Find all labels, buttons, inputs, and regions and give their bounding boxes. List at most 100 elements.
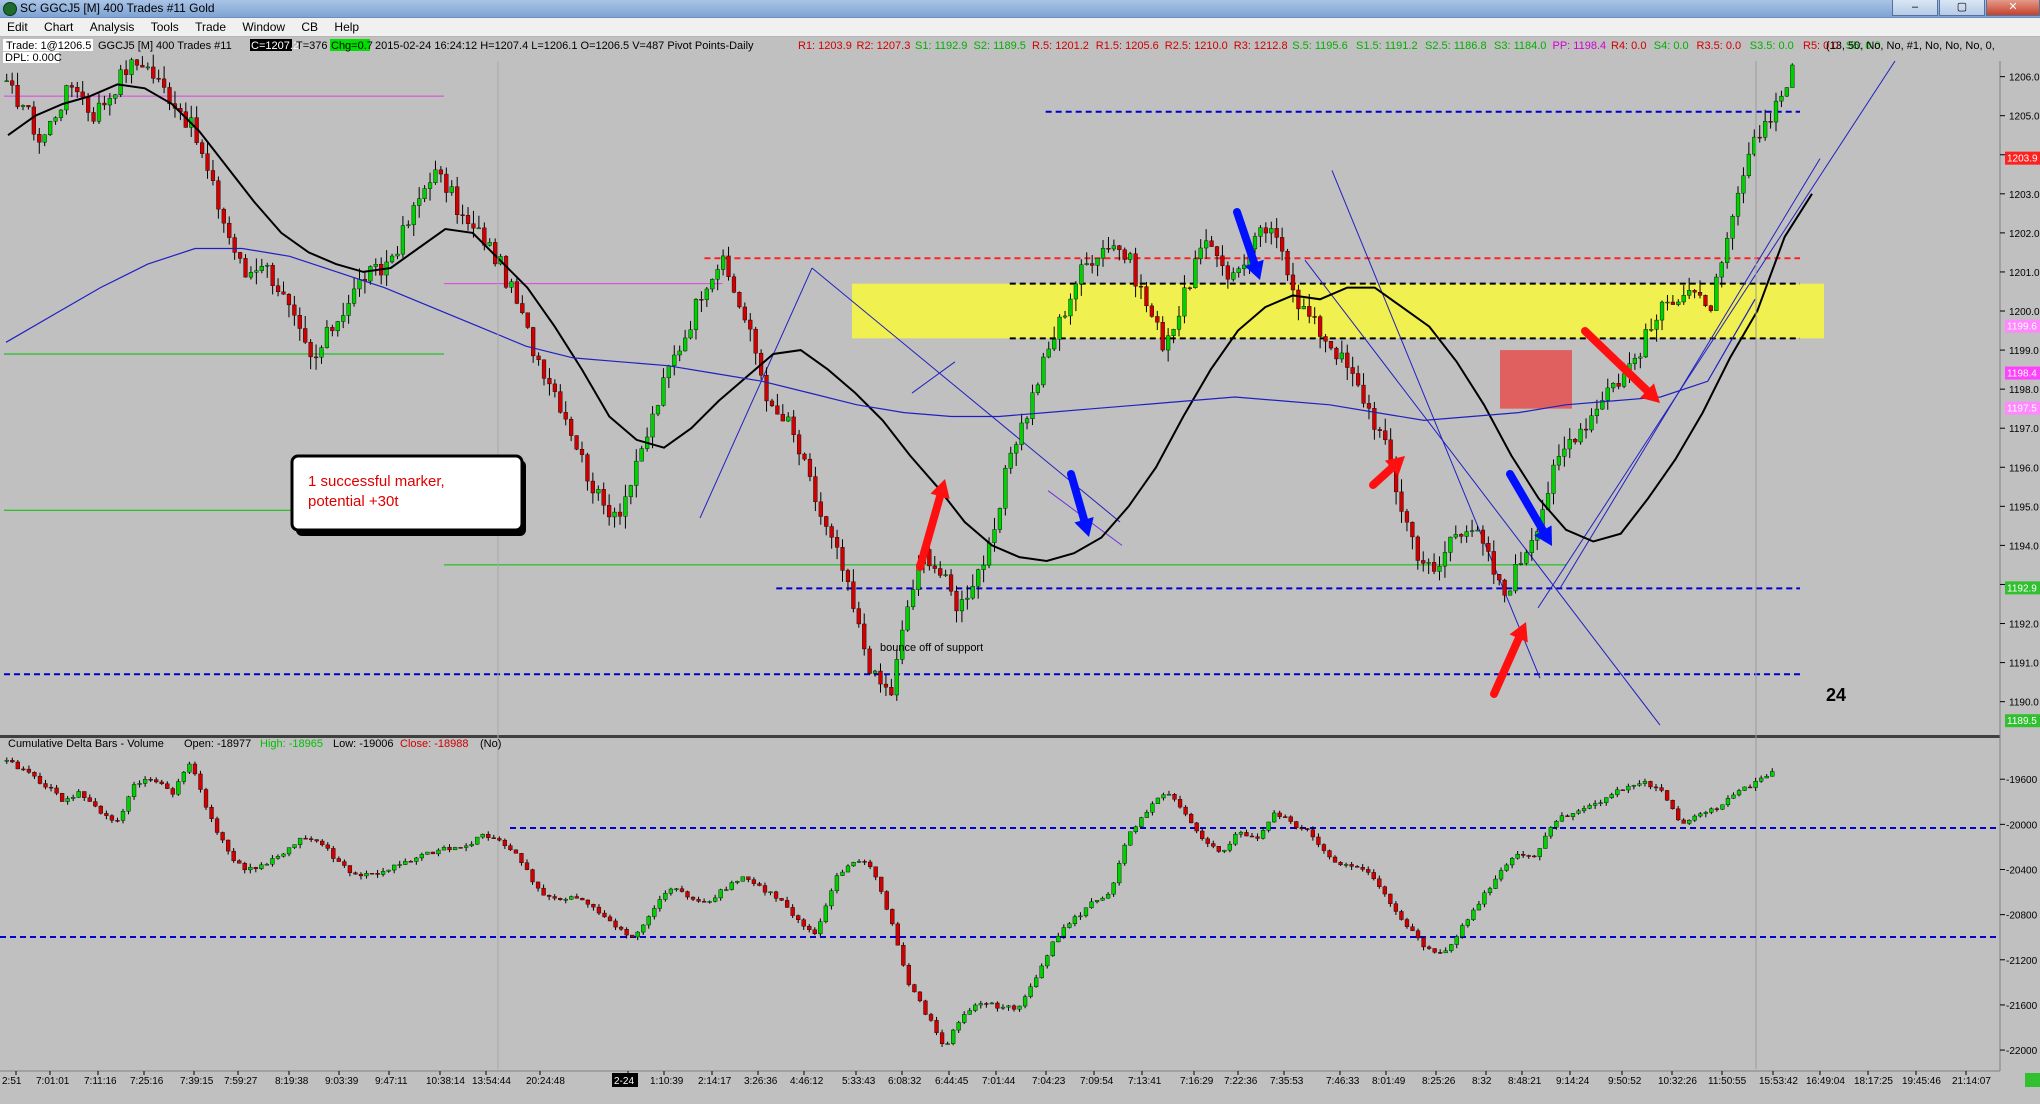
candle-body (1442, 552, 1448, 567)
menu-tools[interactable]: Tools (144, 18, 185, 34)
candle-body (840, 871, 845, 876)
candle-body (487, 242, 492, 246)
candle-body (932, 565, 937, 569)
candle-body (1482, 892, 1487, 905)
candle-body (1133, 253, 1138, 287)
menu-trade[interactable]: Trade (188, 18, 232, 34)
candle-body (1659, 301, 1665, 321)
candle-body (973, 1004, 978, 1011)
candle-body (1720, 804, 1725, 810)
candle-body (26, 768, 32, 773)
price-tick-label: 1194.0 (2009, 541, 2039, 552)
candle-body (508, 845, 513, 851)
menu-analysis[interactable]: Analysis (83, 18, 141, 34)
candle-body (1046, 348, 1051, 358)
candle-body (1249, 835, 1255, 838)
scroll-marker[interactable] (2025, 1073, 2040, 1087)
candle-body (1056, 935, 1061, 943)
candle-body (1448, 536, 1453, 553)
candle-body (151, 66, 156, 79)
candle-body (129, 59, 134, 75)
candle-body (1225, 265, 1230, 280)
pivot-level: R4: 0.0 (1611, 40, 1646, 52)
candle-body (1559, 815, 1565, 822)
close-button[interactable]: ✕ (1986, 0, 2040, 16)
info-ticks: T=376 (296, 40, 328, 52)
candle-body (1730, 216, 1735, 239)
candle-body (237, 860, 242, 864)
minimize-button[interactable]: – (1892, 0, 1938, 16)
candle-body (1504, 864, 1509, 871)
candle-body (59, 793, 65, 802)
candle-body (679, 888, 685, 892)
candle-body (1252, 236, 1258, 250)
candle-body (824, 516, 829, 527)
candle-body (165, 783, 170, 789)
menu-edit[interactable]: Edit (0, 18, 34, 34)
candle-body (1736, 790, 1742, 796)
candle-body (303, 328, 308, 343)
candle-body (943, 574, 948, 576)
candle-body (696, 899, 701, 902)
maximize-button[interactable]: ▢ (1939, 0, 1985, 16)
candle-body (1155, 797, 1161, 804)
menu-help[interactable]: Help (327, 18, 365, 34)
candle-body (1742, 786, 1747, 791)
candle-body (574, 896, 579, 899)
candle-body (879, 876, 884, 892)
candle-body (1562, 448, 1567, 457)
candle-body (813, 476, 818, 503)
candle-body (688, 329, 693, 339)
chart-area[interactable]: 1206.01205.01204.01203.01202.01201.01200… (0, 37, 2040, 1104)
candle-body (460, 214, 465, 216)
candle-body (357, 279, 362, 290)
candle-body (1188, 813, 1194, 824)
candle-body (862, 861, 867, 863)
candle-body (801, 919, 806, 927)
candle-body (672, 354, 677, 366)
price-tick-label: 1198.0 (2009, 385, 2039, 396)
candle-body (1454, 936, 1459, 945)
pivot-level: PP: 1198.4 (1553, 40, 1607, 52)
candle-body (475, 836, 480, 845)
menu-cb[interactable]: CB (294, 18, 324, 34)
candle-body (1578, 428, 1583, 443)
candle-body (140, 64, 145, 68)
menu-window[interactable]: Window (235, 18, 291, 34)
candle-body (1598, 802, 1603, 804)
delta-tick-label: -21600 (2006, 1001, 2038, 1012)
candle-body (1513, 564, 1518, 592)
price-tick-label: 1200.0 (2009, 307, 2040, 318)
time-label: 8:01:49 (1372, 1076, 1406, 1087)
time-label: 7:01:01 (36, 1076, 70, 1087)
candle-body (425, 851, 430, 855)
candle-body (1735, 192, 1741, 217)
candle-body (1122, 844, 1127, 864)
time-label: 7:13:41 (1128, 1076, 1162, 1087)
candle-body (131, 784, 137, 797)
candle-body (1554, 820, 1559, 828)
price-marker-label: 1189.5 (2007, 716, 2037, 727)
time-label: 7:01:44 (982, 1076, 1016, 1087)
candle-body (463, 845, 469, 848)
candle-body (1166, 794, 1172, 796)
candle-body (1299, 827, 1304, 830)
candle-body (309, 838, 314, 840)
candle-body (718, 889, 723, 899)
candle-body (181, 771, 187, 782)
candle-body (438, 169, 443, 175)
candle-body (1269, 228, 1274, 234)
candle-body (308, 342, 313, 358)
candle-body (1616, 383, 1621, 387)
candle-body (1697, 292, 1703, 296)
candle-body (751, 879, 757, 884)
candle-body (780, 413, 785, 422)
candle-body (1426, 562, 1431, 564)
menu-chart[interactable]: Chart (37, 18, 79, 34)
candle-body (951, 1029, 956, 1044)
candle-body (1084, 263, 1089, 265)
pivot-level: R1.5: 1205.6 (1096, 40, 1159, 52)
candle-body (613, 920, 618, 928)
candle-body (436, 849, 441, 855)
candle-body (1410, 521, 1415, 538)
